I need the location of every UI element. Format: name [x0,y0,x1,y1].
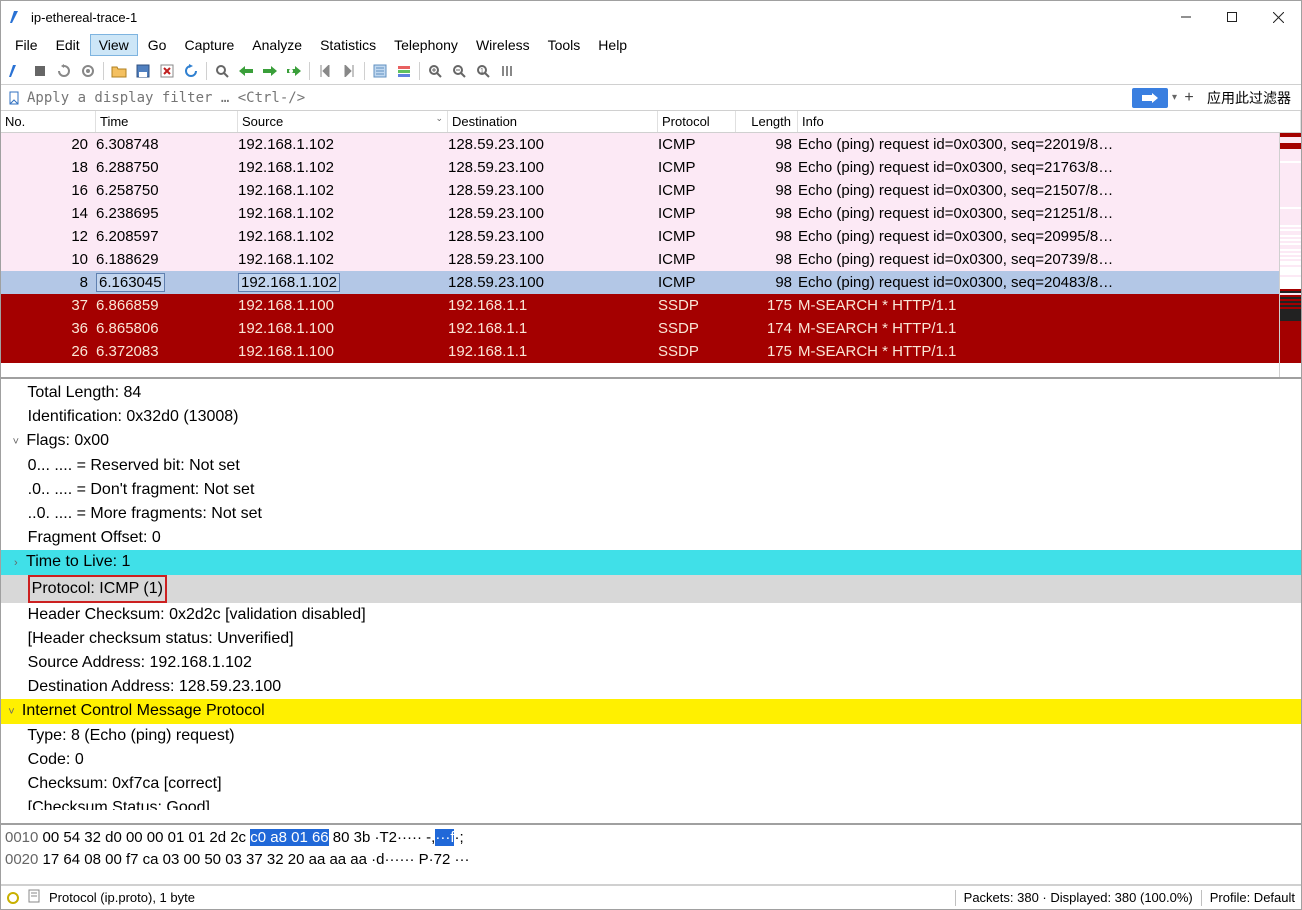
packet-minimap[interactable] [1279,133,1301,377]
expert-info-icon[interactable] [7,892,19,904]
save-file-button[interactable] [132,60,154,82]
detail-line[interactable]: › Time to Live: 1 [1,550,1301,575]
reload-button[interactable] [180,60,202,82]
packet-row[interactable]: 206.308748192.168.1.102128.59.23.100ICMP… [1,133,1301,156]
detail-line[interactable]: [Checksum Status: Good] [1,796,1301,810]
menu-view[interactable]: View [90,34,138,56]
go-to-packet-button[interactable] [283,60,305,82]
sort-indicator-icon: ⌄ [435,113,443,124]
packet-row[interactable]: 186.288750192.168.1.102128.59.23.100ICMP… [1,156,1301,179]
hex-row[interactable]: 0020 17 64 08 00 f7 ca 03 00 50 03 37 32… [5,849,1297,871]
find-packet-button[interactable] [211,60,233,82]
detail-line[interactable]: [Header checksum status: Unverified] [1,627,1301,651]
detail-line[interactable]: Identification: 0x32d0 (13008) [1,405,1301,429]
window-title: ip-ethereal-trace-1 [31,10,137,25]
detail-line[interactable]: Source Address: 192.168.1.102 [1,651,1301,675]
status-field-info: Protocol (ip.proto), 1 byte [49,890,947,905]
packet-row[interactable]: 366.865806192.168.1.100192.168.1.1SSDP17… [1,317,1301,340]
detail-line[interactable]: Type: 8 (Echo (ping) request) [1,724,1301,748]
status-profile[interactable]: Profile: Default [1210,890,1295,905]
start-capture-button[interactable] [5,60,27,82]
menu-analyze[interactable]: Analyze [244,35,310,55]
minimize-button[interactable] [1163,1,1209,33]
bookmark-filter-icon[interactable] [5,89,23,107]
col-header-length[interactable]: Length [736,111,798,132]
packet-row[interactable]: 86.163045192.168.1.102128.59.23.100ICMP9… [1,271,1301,294]
packet-details-pane[interactable]: Total Length: 84 Identification: 0x32d0 … [1,379,1301,825]
window-titlebar: ip-ethereal-trace-1 [1,1,1301,33]
display-filter-input[interactable] [27,90,1128,106]
status-bar: Protocol (ip.proto), 1 byte Packets: 380… [1,885,1301,909]
zoom-reset-button[interactable]: 1 [472,60,494,82]
menu-help[interactable]: Help [590,35,635,55]
go-first-button[interactable] [314,60,336,82]
restart-capture-button[interactable] [53,60,75,82]
menu-bar: FileEditViewGoCaptureAnalyzeStatisticsTe… [1,33,1301,57]
menu-capture[interactable]: Capture [176,35,242,55]
capture-file-properties-icon[interactable] [27,889,41,906]
col-header-source[interactable]: Source⌄ [238,111,448,132]
app-icon [9,9,25,25]
packet-list-header[interactable]: No. Time Source⌄ Destination Protocol Le… [1,111,1301,133]
close-button[interactable] [1255,1,1301,33]
menu-file[interactable]: File [7,35,46,55]
filter-dropdown-icon[interactable]: ▾ [1172,92,1177,103]
open-file-button[interactable] [108,60,130,82]
status-packets: Packets: 380 · Displayed: 380 (100.0%) [964,890,1193,905]
colorize-button[interactable] [393,60,415,82]
go-back-button[interactable] [235,60,257,82]
packet-list-body[interactable]: 206.308748192.168.1.102128.59.23.100ICMP… [1,133,1301,377]
main-toolbar: 1 [1,57,1301,85]
maximize-button[interactable] [1209,1,1255,33]
menu-telephony[interactable]: Telephony [386,35,466,55]
detail-line[interactable]: Fragment Offset: 0 [1,526,1301,550]
close-file-button[interactable] [156,60,178,82]
apply-filter-label[interactable]: 应用此过滤器 [1201,88,1297,108]
detail-line[interactable]: ..0. .... = More fragments: Not set [1,502,1301,526]
detail-line[interactable]: Checksum: 0xf7ca [correct] [1,772,1301,796]
detail-line[interactable]: Destination Address: 128.59.23.100 [1,675,1301,699]
detail-line[interactable]: ˅ Flags: 0x00 [1,429,1301,454]
packet-row[interactable]: 106.188629192.168.1.102128.59.23.100ICMP… [1,248,1301,271]
display-filter-bar: ▾ + 应用此过滤器 [1,85,1301,111]
resize-columns-button[interactable] [496,60,518,82]
go-forward-button[interactable] [259,60,281,82]
detail-line[interactable]: Protocol: ICMP (1) [1,575,1301,603]
col-header-time[interactable]: Time [96,111,238,132]
add-filter-button[interactable]: + [1181,89,1197,107]
auto-scroll-button[interactable] [369,60,391,82]
detail-line[interactable]: Header Checksum: 0x2d2c [validation disa… [1,603,1301,627]
detail-line[interactable]: Code: 0 [1,748,1301,772]
packet-list-pane: No. Time Source⌄ Destination Protocol Le… [1,111,1301,379]
packet-row[interactable]: 146.238695192.168.1.102128.59.23.100ICMP… [1,202,1301,225]
zoom-out-button[interactable] [448,60,470,82]
detail-line[interactable]: ˅ Internet Control Message Protocol [1,699,1301,724]
detail-line[interactable]: .0.. .... = Don't fragment: Not set [1,478,1301,502]
go-last-button[interactable] [338,60,360,82]
packet-row[interactable]: 266.372083192.168.1.100192.168.1.1SSDP17… [1,340,1301,363]
hex-row[interactable]: 0010 00 54 32 d0 00 00 01 01 2d 2c c0 a8… [5,827,1297,849]
packet-bytes-pane[interactable]: 0010 00 54 32 d0 00 00 01 01 2d 2c c0 a8… [1,825,1301,885]
filter-expression-button[interactable] [1132,88,1168,108]
svg-text:1: 1 [480,68,484,75]
menu-go[interactable]: Go [140,35,175,55]
packet-row[interactable]: 126.208597192.168.1.102128.59.23.100ICMP… [1,225,1301,248]
col-header-info[interactable]: Info [798,111,1301,132]
packet-row[interactable]: 166.258750192.168.1.102128.59.23.100ICMP… [1,179,1301,202]
col-header-protocol[interactable]: Protocol [658,111,736,132]
col-header-no[interactable]: No. [1,111,96,132]
detail-line[interactable]: Total Length: 84 [1,381,1301,405]
menu-tools[interactable]: Tools [540,35,589,55]
col-header-destination[interactable]: Destination [448,111,658,132]
detail-line[interactable]: 0... .... = Reserved bit: Not set [1,454,1301,478]
menu-edit[interactable]: Edit [48,35,88,55]
menu-wireless[interactable]: Wireless [468,35,538,55]
capture-options-button[interactable] [77,60,99,82]
menu-statistics[interactable]: Statistics [312,35,384,55]
packet-row[interactable]: 376.866859192.168.1.100192.168.1.1SSDP17… [1,294,1301,317]
stop-capture-button[interactable] [29,60,51,82]
zoom-in-button[interactable] [424,60,446,82]
